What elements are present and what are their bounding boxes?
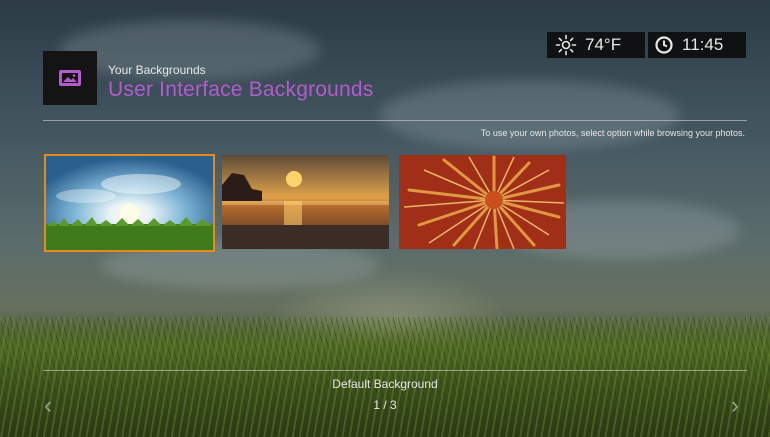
background-name: Default Background [332,377,438,391]
thumbnail-sunrise-over-grass[interactable] [44,154,215,252]
cloud [380,80,680,150]
page-title: User Interface Backgrounds [108,78,374,101]
weather-widget: 74°F [547,32,645,58]
sun-icon [555,34,577,56]
image-icon [59,70,81,86]
page-indicator: 1 / 3 [373,398,397,412]
thumbnail-image [222,155,389,249]
thumbnail-red-sea-anemone[interactable] [399,155,566,249]
clock-icon [655,36,673,54]
clock-widget: 11:45 [648,32,746,58]
background-screen: Your Backgrounds User Interface Backgrou… [0,0,770,437]
thumbnail-image [399,155,566,249]
time-text: 11:45 [682,35,724,54]
thumbnail-image [46,156,213,250]
backgrounds-icon-tile [43,51,97,105]
hint-text: To use your own photos, select option wh… [480,128,745,138]
chevron-right-icon[interactable]: › [731,394,739,418]
footer-divider [43,370,747,371]
header-divider [43,120,747,121]
section-subtitle: Your Backgrounds [108,63,206,77]
temperature-text: 74°F [585,35,622,54]
thumbnail-beach-sunset[interactable] [222,155,389,249]
chevron-left-icon[interactable]: ‹ [44,394,52,418]
